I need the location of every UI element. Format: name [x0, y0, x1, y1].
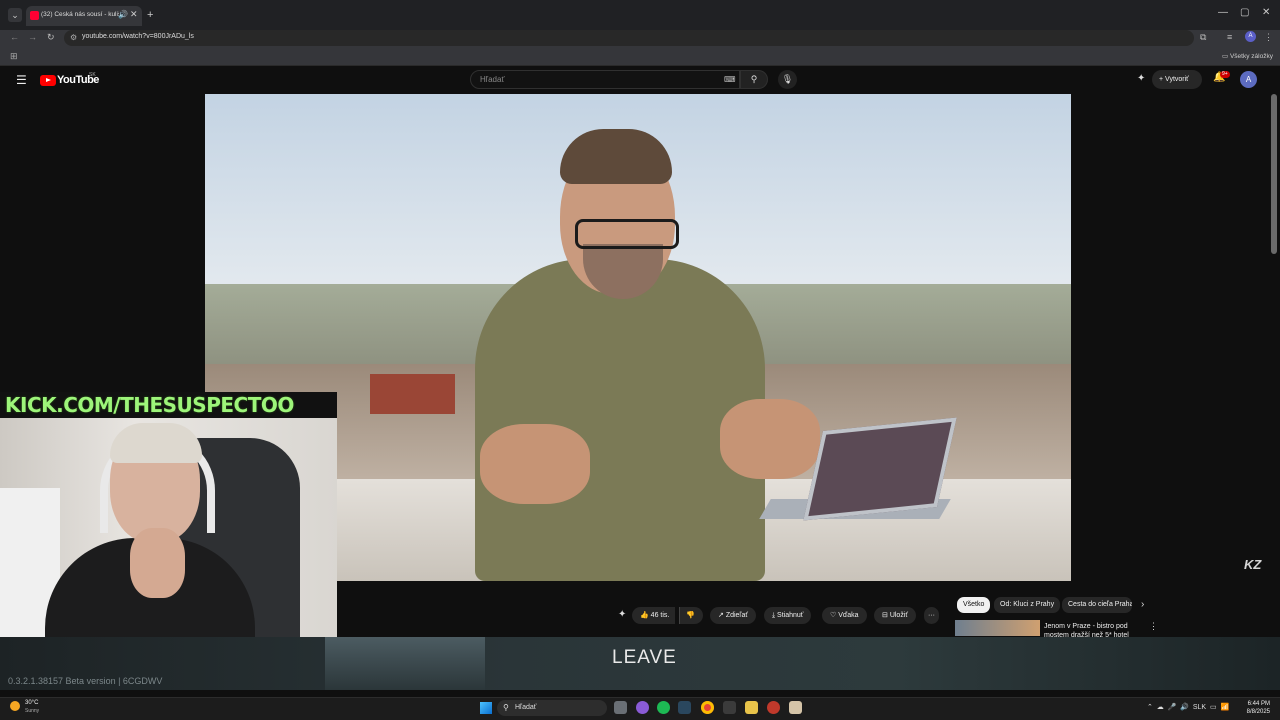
discord-icon[interactable] [636, 701, 649, 714]
chip-topic[interactable]: Cesta do cieľa Praha [1062, 597, 1132, 613]
chips-next-icon[interactable]: › [1141, 599, 1144, 610]
minimize-icon[interactable]: — [1218, 7, 1228, 18]
taskbar-search-icon: ⚲ [503, 703, 509, 712]
apps-grid-icon[interactable]: ⊞ [10, 51, 18, 62]
site-info-icon[interactable]: ⚙ [70, 33, 79, 42]
like-button[interactable]: 👍 46 tis. [632, 607, 676, 624]
speaker-icon[interactable]: 🔊 [118, 10, 128, 19]
account-avatar[interactable]: A [1240, 71, 1257, 88]
file-explorer-icon[interactable] [745, 701, 758, 714]
download-label: Stiahnuť [777, 612, 804, 619]
video-laptop-screen [803, 417, 957, 521]
hamburger-menu-icon[interactable]: ☰ [16, 73, 27, 87]
thanks-label: Vďaka [838, 612, 859, 619]
tab-title: (32) Česká nás sousí - kuliš [41, 11, 119, 18]
thanks-button[interactable]: ♡ Vďaka [822, 607, 867, 624]
recommendation-thumbnail[interactable] [955, 620, 1040, 636]
search-input[interactable]: Hľadať ⌨ [470, 70, 740, 89]
weather-sun-icon[interactable] [10, 701, 20, 711]
new-tab-icon[interactable]: + [147, 9, 153, 21]
tab-search-icon[interactable]: ⌄ [8, 8, 22, 22]
system-tray[interactable]: ⌃ ☁ 🎤 🔊 SLK ▭ 📶 [1147, 703, 1229, 711]
more-actions-button[interactable]: ··· [924, 607, 939, 624]
app-icon-b[interactable] [767, 701, 780, 714]
weather-condition: Sunny [25, 708, 40, 714]
page-scrollbar[interactable] [1271, 94, 1277, 254]
task-view-icon[interactable] [614, 701, 627, 714]
sparkle-icon[interactable]: ✦ [1137, 73, 1145, 84]
video-presenter-hair [560, 129, 672, 184]
sparkle-action-icon[interactable]: ✦ [618, 609, 626, 620]
share-label: Zdieľať [725, 612, 748, 619]
spotify-icon[interactable] [657, 701, 670, 714]
chip-from-channel[interactable]: Od: Kluci z Prahy [994, 597, 1061, 613]
taskbar-search-label: Hľadať [515, 704, 537, 711]
keyboard-icon[interactable]: ⌨ [724, 75, 736, 84]
save-label: Uložiť [889, 612, 908, 619]
browser-profile-avatar[interactable]: A [1245, 31, 1256, 42]
create-button[interactable]: + Vytvoriť [1152, 70, 1202, 89]
video-presenter-glasses [575, 219, 679, 249]
forward-icon[interactable]: → [28, 32, 37, 42]
close-tab-icon[interactable]: ✕ [130, 9, 138, 20]
close-window-icon[interactable]: ✕ [1262, 7, 1270, 18]
url-text: youtube.com/watch?v=800JrADu_ls [82, 33, 194, 40]
language-indicator[interactable]: SLK [1193, 704, 1206, 711]
chip-all[interactable]: Všetko [957, 597, 991, 613]
youtube-favicon-icon [30, 11, 39, 20]
game-version-text: 0.3.2.1.38157 Beta version | 6CGDWV [8, 676, 163, 686]
region-code: SK [89, 72, 96, 78]
share-button[interactable]: ↗ Zdieľať [710, 607, 756, 624]
webcam-person-hands [130, 528, 185, 598]
media-icon[interactable]: ≡ [1227, 32, 1232, 42]
back-icon[interactable]: ← [10, 32, 19, 42]
search-placeholder: Hľadať [480, 75, 505, 84]
video-presenter-right-hand [720, 399, 820, 479]
like-count: 46 tis. [650, 612, 670, 619]
chrome-icon[interactable] [701, 701, 714, 714]
save-button[interactable]: ⊟ Uložiť [874, 607, 916, 624]
webcam-overlay [0, 418, 337, 651]
browser-tab-strip: ⌄ [0, 0, 1280, 30]
dislike-button[interactable]: 👎 [679, 607, 703, 624]
weather-temperature[interactable]: 30°C [25, 700, 38, 706]
address-bar[interactable]: ⚙ youtube.com/watch?v=800JrADu_ls [64, 30, 1194, 46]
taskbar-search[interactable]: ⚲ Hľadať [497, 700, 607, 716]
taskbar-clock[interactable]: 6:44 PM 8/8/2025 [1244, 700, 1270, 716]
channel-watermark[interactable]: KZ [1244, 557, 1261, 572]
app-icon-a[interactable] [723, 701, 736, 714]
recommendation-menu-icon[interactable]: ⋮ [1149, 621, 1158, 632]
all-bookmarks-link[interactable]: ▭ Všetky záložky [1222, 52, 1273, 60]
youtube-logo-icon[interactable] [40, 75, 56, 86]
microphone-icon[interactable]: 🎙 [778, 70, 797, 89]
kick-banner: KICK.COM/THESUSPECTOO [0, 392, 337, 418]
download-button[interactable]: ⤓ Stiahnuť [764, 607, 812, 624]
webcam-person-hair [110, 423, 202, 463]
windows-start-icon[interactable] [480, 702, 492, 714]
create-label: Vytvoriť [1165, 76, 1189, 83]
video-presenter-left-hand [480, 424, 590, 504]
clock-date: 8/8/2025 [1246, 709, 1270, 715]
extensions-icon[interactable]: ⧉ [1200, 32, 1206, 43]
video-building [370, 374, 455, 414]
notifications-badge: 9+ [1220, 71, 1230, 78]
bookmarks-bar: ⊞ ▭ Všetky záložky [0, 46, 1280, 66]
browser-menu-icon[interactable]: ⋮ [1264, 32, 1273, 43]
app-icon-c[interactable] [789, 701, 802, 714]
all-bookmarks-label: Všetky záložky [1229, 53, 1273, 60]
leave-button[interactable]: LEAVE [612, 647, 677, 669]
game-scenery [325, 637, 485, 690]
steam-icon[interactable] [678, 701, 691, 714]
browser-tab[interactable]: (32) Česká nás sousí - kuliš 🔊 ✕ [26, 6, 142, 26]
maximize-icon[interactable]: ▢ [1240, 7, 1249, 18]
reload-icon[interactable]: ↻ [47, 32, 55, 43]
search-button[interactable]: ⚲ [740, 70, 768, 89]
clock-time: 6:44 PM [1247, 701, 1270, 707]
